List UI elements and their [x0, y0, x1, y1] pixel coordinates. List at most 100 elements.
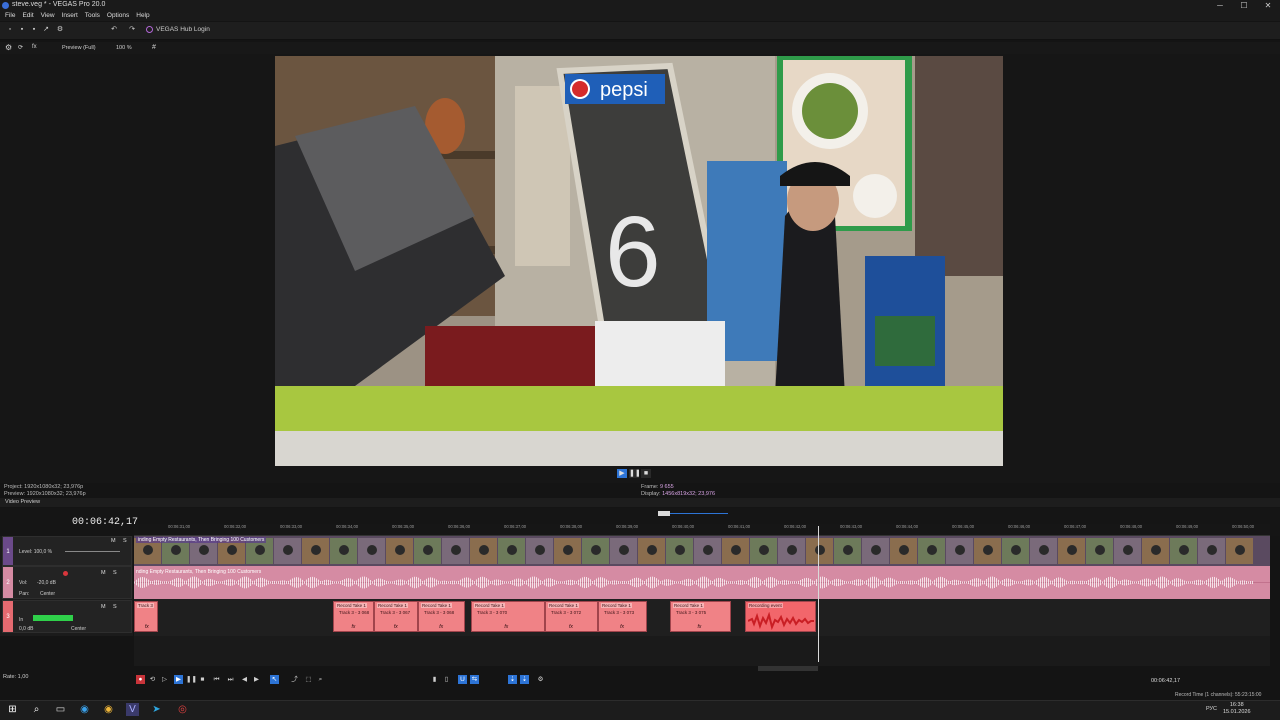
menu-tools[interactable]: Tools — [85, 11, 100, 21]
vegas-pro-icon[interactable]: V — [126, 703, 139, 716]
preview-refresh-icon[interactable]: ⟳ — [18, 44, 23, 51]
record-button[interactable]: ● — [136, 675, 145, 684]
settings-gear-icon[interactable]: ⚙ — [56, 26, 64, 34]
fx-icon[interactable]: fx — [504, 624, 508, 630]
marker-icon[interactable]: ▮ — [430, 675, 439, 684]
zoom-tool-icon[interactable]: ⌕ — [316, 675, 325, 684]
preview-quality-select[interactable]: Preview (Full) — [62, 45, 96, 51]
auto-ripple-icon[interactable]: ⇆ — [470, 675, 479, 684]
lock-envelopes-icon[interactable]: ⇣ — [508, 675, 517, 684]
loop-icon[interactable]: ⟲ — [148, 675, 157, 684]
record-arm-icon[interactable] — [63, 571, 68, 576]
close-button[interactable]: ✕ — [1256, 0, 1280, 11]
horizontal-scrollbar[interactable] — [758, 666, 818, 671]
stop-button[interactable]: ■ — [198, 675, 207, 684]
preview-pause-button[interactable]: ❚❚ — [629, 469, 641, 478]
timeline-timecode[interactable]: 00:06:42,17 — [72, 517, 138, 528]
ignore-grouping-icon[interactable]: ⇣ — [520, 675, 529, 684]
chrome-browser-icon[interactable]: ◉ — [102, 703, 115, 716]
preview-settings-gear-icon[interactable]: ⚙ — [5, 43, 12, 52]
record-clip[interactable]: Record Take 1 Track 3 - 3 075 fx — [670, 601, 731, 632]
recording-event-clip[interactable]: Recording event — [745, 601, 816, 632]
menu-options[interactable]: Options — [107, 11, 129, 21]
video-track-header[interactable]: 1 Level: 100,0 % M S — [2, 536, 132, 566]
menu-insert[interactable]: Insert — [62, 11, 78, 21]
pause-button[interactable]: ❚❚ — [186, 675, 197, 684]
menu-file[interactable]: File — [5, 11, 15, 21]
normal-edit-tool-icon[interactable]: ↖ — [270, 675, 279, 684]
record-clip[interactable]: Record Take 1 Track 3 - 3 070 fx — [471, 601, 545, 632]
record-clip[interactable]: Record Take 1 Track 3 - 3 068 fx — [418, 601, 465, 632]
grid-overlay-icon[interactable]: # — [152, 44, 156, 51]
mute-button[interactable]: M — [111, 538, 116, 544]
selection-tool-icon[interactable]: ⬚ — [304, 675, 313, 684]
fx-icon[interactable]: fx — [352, 624, 356, 630]
playhead[interactable] — [818, 526, 819, 662]
open-folder-icon[interactable]: ▪ — [18, 26, 26, 34]
menu-view[interactable]: View — [41, 11, 55, 21]
record-clip[interactable]: Record Take 1 Track 3 - 3 067 fx — [374, 601, 418, 632]
record-track-header[interactable]: 3 In 0,0 dB Center M S — [2, 600, 132, 633]
record-db-value[interactable]: 0,0 dB — [19, 626, 33, 632]
vol-value[interactable]: -20,0 dB — [37, 580, 56, 586]
menu-help[interactable]: Help — [136, 11, 149, 21]
preview-play-button[interactable]: ▶ — [617, 469, 627, 478]
prev-frame-icon[interactable]: ◀ — [240, 675, 249, 684]
video-preview-tab[interactable]: Video Preview — [5, 499, 40, 505]
vegas-hub-login-button[interactable]: VEGAS Hub Login — [146, 26, 210, 33]
cursor-timecode[interactable]: 00:06:42,17 — [1151, 678, 1180, 684]
undo-icon[interactable]: ↶ — [110, 26, 118, 34]
fx-icon[interactable]: fx — [698, 624, 702, 630]
screen-recorder-icon[interactable]: ◎ — [176, 703, 189, 716]
fx-icon[interactable]: fx — [569, 624, 573, 630]
video-track[interactable] — [134, 536, 1270, 566]
new-file-icon[interactable]: ▫ — [6, 26, 14, 34]
play-button[interactable]: ▶ — [174, 675, 183, 684]
snap-icon[interactable]: U — [458, 675, 467, 684]
record-clip[interactable]: Track 3 fx — [134, 601, 158, 632]
fx-icon[interactable]: fx — [620, 624, 624, 630]
edge-browser-icon[interactable]: ◉ — [78, 703, 91, 716]
preview-zoom-select[interactable]: 100 % — [116, 45, 132, 51]
redo-icon[interactable]: ↷ — [128, 26, 136, 34]
menu-edit[interactable]: Edit — [22, 11, 33, 21]
empty-track-area[interactable] — [134, 636, 1270, 666]
zoom-marker[interactable] — [658, 511, 670, 516]
audio-track-header[interactable]: 2 Vol: -20,0 dB Pan: Center M S — [2, 566, 132, 599]
system-clock[interactable]: 16:38 15.01.2026 — [1223, 702, 1251, 716]
fx-icon[interactable]: fx — [145, 624, 149, 630]
record-clip[interactable]: Record Take 1 Track 3 - 3 068 fx — [333, 601, 374, 632]
maximize-button[interactable]: ☐ — [1232, 0, 1256, 11]
go-to-end-icon[interactable]: ⏭ — [226, 675, 235, 684]
solo-button[interactable]: S — [113, 570, 117, 576]
solo-button[interactable]: S — [113, 604, 117, 610]
envelope-tool-icon[interactable]: ⤴ — [290, 675, 299, 684]
pan-value[interactable]: Center — [40, 591, 55, 597]
audio-track[interactable] — [134, 566, 1270, 599]
windows-start-icon[interactable]: ⊞ — [6, 703, 19, 716]
render-icon[interactable]: ↗ — [42, 26, 50, 34]
region-icon[interactable]: ▯ — [442, 675, 451, 684]
record-pan-value[interactable]: Center — [71, 626, 86, 632]
minimize-button[interactable]: ─ — [1208, 0, 1232, 11]
language-indicator[interactable]: РУС — [1206, 706, 1217, 712]
play-from-start-icon[interactable]: ▷ — [160, 675, 169, 684]
save-icon[interactable]: ▪ — [30, 26, 38, 34]
telegram-icon[interactable]: ➤ — [150, 703, 163, 716]
preview-stop-button[interactable]: ■ — [641, 469, 651, 478]
fx-icon[interactable]: fx — [32, 44, 37, 50]
next-frame-icon[interactable]: ▶ — [252, 675, 261, 684]
search-icon[interactable]: ⌕ — [30, 703, 43, 716]
timeline-ruler[interactable]: 00:06:31,00 00:06:32,00 00:06:33,00 00:06:3… — [134, 524, 1270, 536]
loop-region[interactable] — [670, 513, 728, 514]
mute-button[interactable]: M — [101, 604, 106, 610]
fx-icon[interactable]: fx — [394, 624, 398, 630]
record-clip[interactable]: Record Take 1 Track 3 - 3 072 fx — [545, 601, 598, 632]
record-clip[interactable]: Record Take 1 Track 3 - 3 073 fx — [598, 601, 647, 632]
settings-icon[interactable]: ⚙ — [536, 675, 545, 684]
level-slider[interactable] — [65, 551, 120, 552]
solo-button[interactable]: S — [123, 538, 127, 544]
task-view-icon[interactable]: ▭ — [54, 703, 67, 716]
mute-button[interactable]: M — [101, 570, 106, 576]
playback-rate[interactable]: Rate: 1,00 — [3, 674, 28, 680]
